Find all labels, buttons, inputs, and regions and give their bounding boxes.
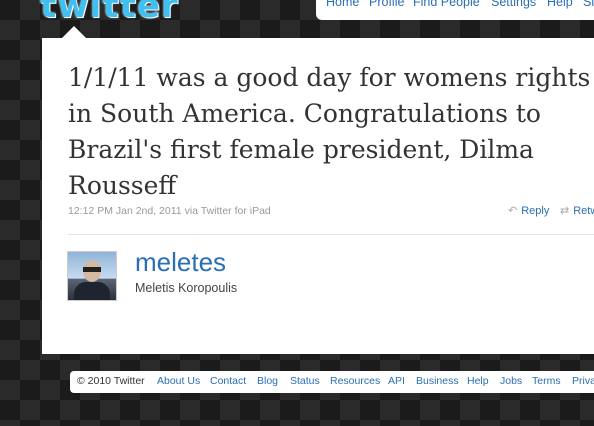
footer-blog[interactable]: Blog (257, 375, 278, 387)
avatar-body (74, 282, 110, 300)
nav-find-people[interactable]: Find People (413, 0, 480, 9)
top-navigation: Home Profile Find People Settings Help S… (316, 0, 594, 20)
reply-label: Reply (521, 205, 550, 217)
retweet-button[interactable]: ⇄Retw (560, 204, 594, 217)
reply-icon: ↶ (508, 205, 518, 217)
nav-help[interactable]: Help (547, 0, 573, 9)
tweet-meta: 12:12 PM Jan 2nd, 2011 via Twitter for i… (68, 205, 271, 217)
reply-button[interactable]: ↶ Reply (508, 204, 549, 217)
footer-jobs[interactable]: Jobs (500, 375, 522, 387)
tweet-text: 1/1/11 was a good day for womens rights … (68, 63, 591, 200)
card-pointer (62, 26, 86, 38)
footer-status[interactable]: Status (290, 375, 320, 387)
footer-contact[interactable]: Contact (210, 375, 246, 387)
footer-business[interactable]: Business (416, 375, 459, 387)
avatar-glasses (83, 267, 101, 272)
footer-copyright: © 2010 Twitter (77, 375, 145, 387)
via-label: via (184, 205, 198, 217)
footer-bar: © 2010 Twitter About Us Contact Blog Sta… (70, 371, 594, 393)
avatar[interactable] (67, 251, 117, 301)
footer-about-us[interactable]: About Us (157, 375, 200, 387)
footer-help[interactable]: Help (467, 375, 489, 387)
footer-terms[interactable]: Terms (532, 375, 561, 387)
twitter-logo[interactable]: twitter (40, 0, 179, 26)
nav-sign-out[interactable]: Si (583, 0, 594, 9)
nav-profile[interactable]: Profile (369, 0, 404, 9)
tweet-card: 1/1/11 was a good day for womens rights … (42, 38, 594, 354)
divider (68, 234, 594, 235)
screen-name-link[interactable]: meletes (135, 247, 226, 278)
nav-home[interactable]: Home (326, 0, 359, 9)
footer-api[interactable]: API (388, 375, 405, 387)
retweet-label: Retw (573, 205, 594, 217)
nav-settings[interactable]: Settings (491, 0, 536, 9)
footer-resources[interactable]: Resources (330, 375, 380, 387)
tweet-source[interactable]: Twitter for iPad (201, 205, 271, 217)
footer-privacy[interactable]: Priva (572, 375, 594, 387)
tweet-timestamp[interactable]: 12:12 PM Jan 2nd, 2011 (68, 205, 182, 217)
full-name: Meletis Koropoulis (135, 281, 238, 295)
retweet-icon: ⇄ (560, 205, 570, 217)
